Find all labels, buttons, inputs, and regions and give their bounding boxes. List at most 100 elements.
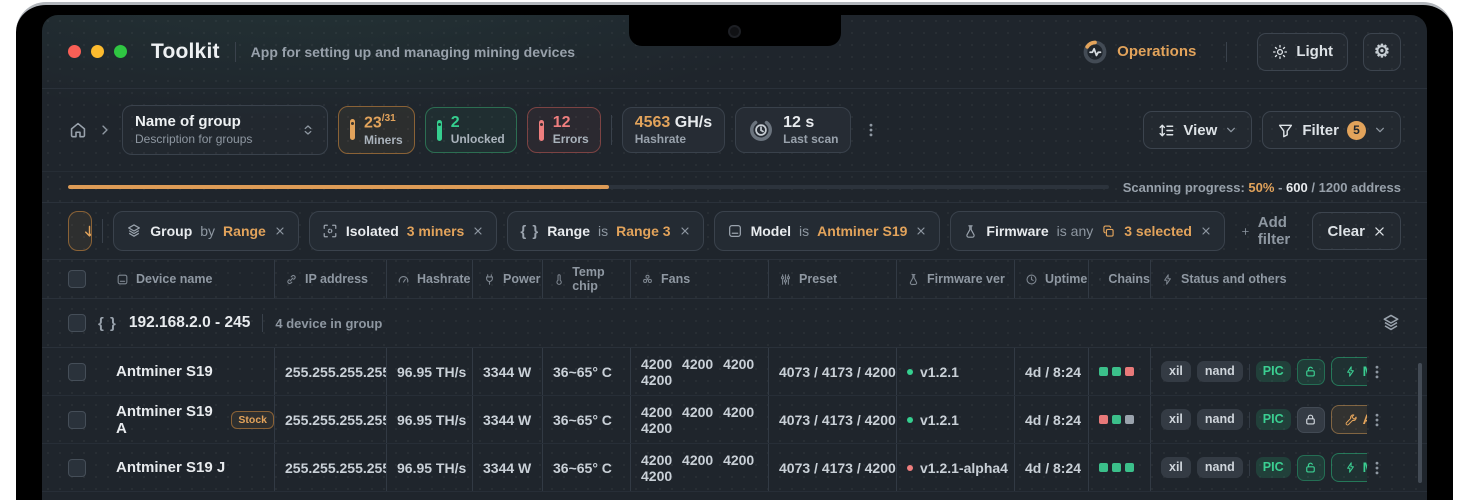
close-icon[interactable]: [274, 225, 286, 237]
filter-chip-firmware[interactable]: Firmware is any 3 selected: [950, 211, 1225, 251]
close-window-button[interactable]: [68, 45, 81, 58]
tag-xil: xil: [1161, 457, 1191, 478]
uptime-cell: 4d / 8:24: [1014, 396, 1088, 443]
close-icon[interactable]: [679, 225, 691, 237]
col-hashrate[interactable]: Hashrate: [386, 260, 472, 298]
toolbar-more-button[interactable]: [861, 121, 881, 139]
row-more-button[interactable]: [1367, 411, 1387, 429]
chip-key: Isolated: [346, 223, 399, 239]
miners-count: 23: [364, 114, 382, 131]
col-fans[interactable]: Fans: [630, 260, 768, 298]
kebab-icon: [1369, 363, 1385, 381]
col-status[interactable]: Status and others: [1150, 260, 1367, 298]
layers-icon: [126, 223, 142, 239]
status-badge[interactable]: Auto-tune: [1331, 405, 1367, 434]
close-icon[interactable]: [472, 225, 484, 237]
group-row[interactable]: { } 192.168.2.0 - 245 4 device in group: [42, 299, 1427, 348]
group-selector[interactable]: Name of group Description for groups: [122, 105, 328, 155]
app-title: Toolkit: [151, 40, 220, 64]
preset-cell: 4073 / 4173 / 4200: [768, 444, 896, 491]
ip-address: 255.255.255.255: [274, 348, 386, 395]
flask-icon: [907, 273, 920, 286]
col-chains[interactable]: Chains: [1088, 260, 1150, 298]
status-cell: xil nand PIC Mining: [1150, 444, 1367, 491]
chevron-down-icon: [1225, 124, 1237, 136]
temp-cell: 36~65° C: [542, 396, 630, 443]
minimize-window-button[interactable]: [91, 45, 104, 58]
isolate-icon: [322, 223, 338, 239]
operations-gauge-icon: [1082, 39, 1108, 65]
temp-cell: 36~65° C: [542, 348, 630, 395]
miner-model-dropdown[interactable]: Miner model: [68, 211, 92, 251]
home-icon: [68, 120, 88, 140]
select-all-checkbox[interactable]: [68, 270, 86, 288]
group-name: Name of group: [135, 113, 252, 132]
col-device-name[interactable]: Device name: [106, 260, 274, 298]
hashrate-box: 4563 GH/s Hashrate: [622, 107, 725, 154]
chip-value: 3 miners: [407, 223, 465, 239]
wrench-icon: [1344, 413, 1357, 426]
row-more-button[interactable]: [1367, 363, 1387, 381]
home-button[interactable]: [68, 120, 88, 140]
lock-button[interactable]: [1297, 359, 1325, 385]
tag-xil: xil: [1161, 409, 1191, 430]
table-row[interactable]: Antminer S19 AStock 255.255.255.255 96.9…: [42, 396, 1427, 444]
row-checkbox[interactable]: [68, 363, 86, 381]
operations-menu[interactable]: Operations: [1082, 39, 1196, 65]
copy-icon: [1101, 224, 1116, 239]
chip-value: Antminer S19: [817, 223, 907, 239]
filter-button[interactable]: Filter 5: [1262, 111, 1401, 149]
row-more-button[interactable]: [1367, 459, 1387, 477]
filter-chip-range[interactable]: { } Range is Range 3: [507, 211, 703, 251]
table-row[interactable]: Antminer S19 255.255.255.255 96.95 TH/s …: [42, 348, 1427, 396]
hashrate-cell: 96.95 TH/s: [386, 444, 472, 491]
view-button[interactable]: View: [1143, 111, 1252, 149]
last-scan-value: 12 s: [783, 114, 838, 132]
stat-miners[interactable]: 23/31 Miners: [338, 106, 415, 154]
status-badge[interactable]: Mining: [1331, 357, 1367, 386]
filter-chip-model[interactable]: Model is Antminer S19: [714, 211, 941, 251]
status-badge[interactable]: Mining: [1331, 453, 1367, 482]
table-header: Device name IP address Hashrate Power Te…: [42, 260, 1427, 299]
errors-bar-icon: [539, 120, 544, 141]
pic-tag: PIC: [1256, 361, 1291, 382]
chain-indicator: [1125, 463, 1134, 472]
add-filter-button[interactable]: Add filter: [1235, 214, 1303, 248]
filter-chip-isolated[interactable]: Isolated 3 miners: [309, 211, 498, 251]
hashrate-unit: GH/s: [670, 114, 712, 131]
col-firmware-ver[interactable]: Firmware ver: [896, 260, 1014, 298]
devices-table: Device name IP address Hashrate Power Te…: [42, 260, 1427, 492]
scrollbar-thumb[interactable]: [1418, 363, 1422, 483]
group-layers-button[interactable]: [1381, 313, 1401, 333]
theme-toggle-button[interactable]: Light: [1257, 33, 1348, 71]
lock-button[interactable]: [1297, 407, 1325, 433]
fans-cell: 4200 4200 4200 4200: [630, 348, 768, 395]
firmware-version: v1.2.1: [920, 364, 959, 380]
stat-errors[interactable]: 12 Errors: [527, 107, 601, 154]
col-power[interactable]: Power: [472, 260, 542, 298]
col-ip-address[interactable]: IP address: [274, 260, 386, 298]
col-uptime[interactable]: Uptime: [1014, 260, 1088, 298]
close-icon[interactable]: [915, 225, 927, 237]
col-temp-chip[interactable]: Temp chip: [542, 260, 630, 298]
settings-button[interactable]: ⚙: [1363, 33, 1401, 71]
zoom-window-button[interactable]: [114, 45, 127, 58]
clear-filters-button[interactable]: Clear: [1312, 212, 1401, 250]
group-checkbox[interactable]: [68, 314, 86, 332]
stat-unlocked[interactable]: 2 Unlocked: [425, 107, 517, 154]
filter-chip-group-by[interactable]: Group by Range: [113, 211, 299, 251]
unlocked-bar-icon: [437, 120, 442, 141]
lock-button[interactable]: [1297, 455, 1325, 481]
pic-tag: PIC: [1256, 409, 1291, 430]
link-icon: [285, 273, 298, 286]
braces-icon: { }: [520, 223, 539, 240]
close-icon[interactable]: [1200, 225, 1212, 237]
braces-icon: { }: [98, 315, 117, 332]
row-checkbox[interactable]: [68, 459, 86, 477]
tag-nand: nand: [1197, 457, 1243, 478]
col-preset[interactable]: Preset: [768, 260, 896, 298]
table-row[interactable]: Antminer S19 J 255.255.255.255 96.95 TH/…: [42, 444, 1427, 492]
fans-cell: 4200 4200 4200 4200: [630, 396, 768, 443]
shield-icon: [1099, 273, 1101, 286]
row-checkbox[interactable]: [68, 411, 86, 429]
